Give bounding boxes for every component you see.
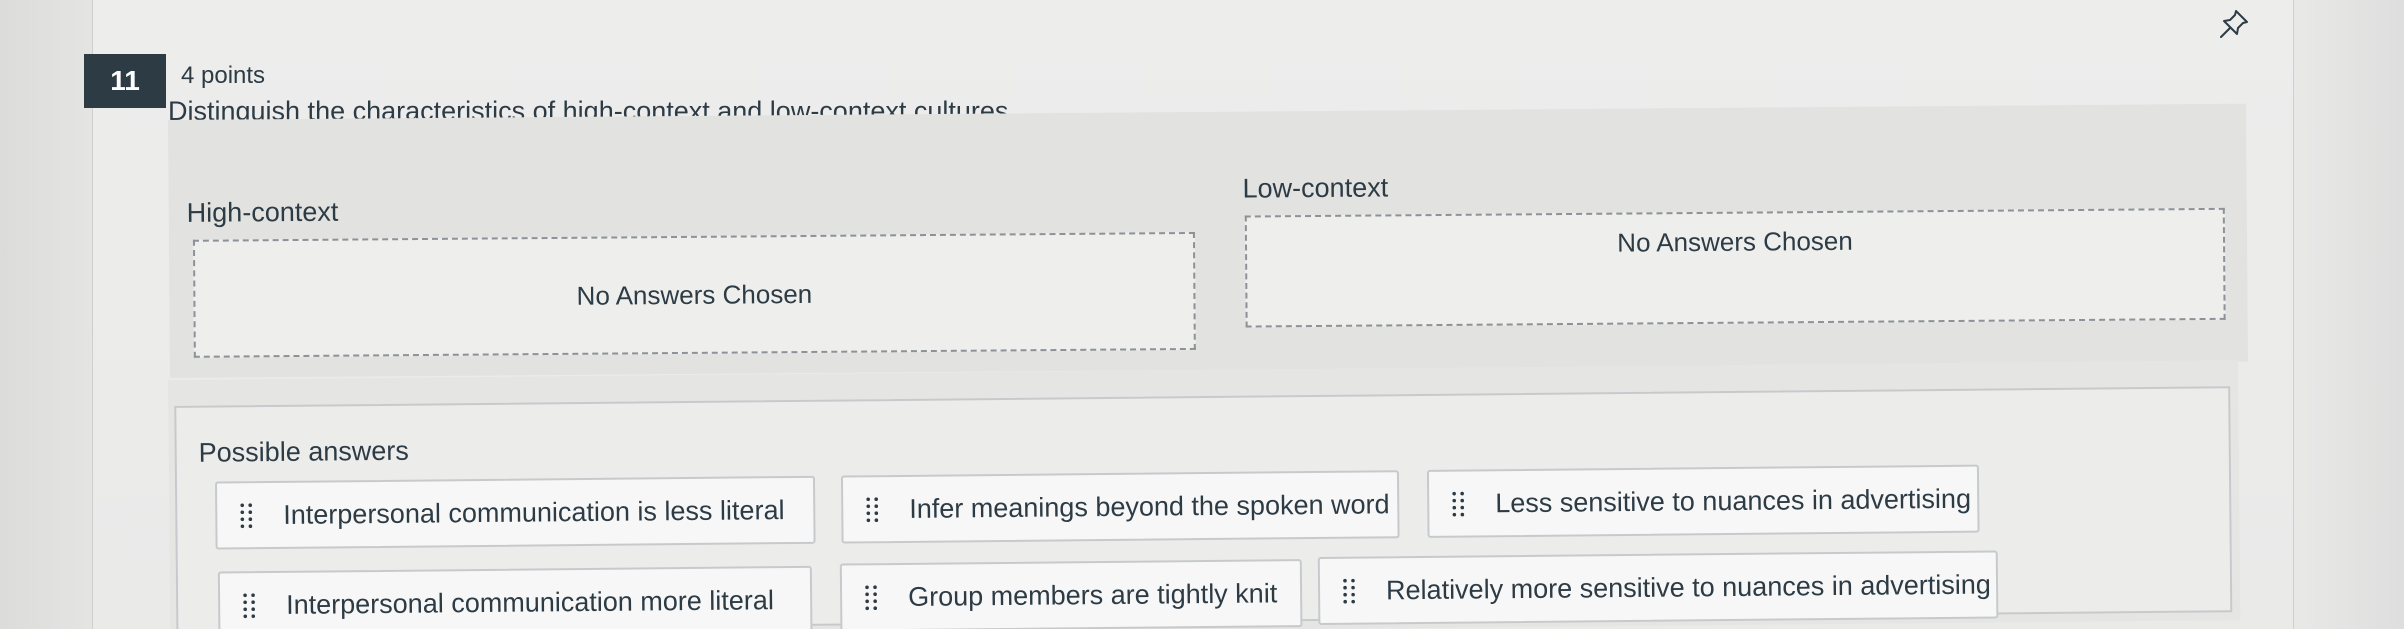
answer-chip[interactable]: Infer meanings beyond the spoken word: [840, 470, 1400, 544]
drag-handle-icon: [1452, 491, 1465, 517]
pin-icon[interactable]: [2216, 6, 2252, 42]
answer-chip-label: Group members are tightly knit: [907, 577, 1278, 612]
drag-handle-icon: [865, 585, 878, 611]
drop-zone-low-context[interactable]: No Answers Chosen: [1244, 207, 2226, 328]
answer-chip[interactable]: Interpersonal communication is less lite…: [214, 475, 816, 550]
drop-zone-high-context[interactable]: No Answers Chosen: [192, 231, 1196, 358]
quiz-page: 11 4 points Distinguish the characterist…: [0, 0, 2404, 629]
drop-zone-placeholder: No Answers Chosen: [1617, 225, 1853, 258]
drag-handle-icon: [866, 497, 879, 523]
drag-handle-icon: [1343, 578, 1355, 604]
possible-answers-box: Possible answers Interpersonal communica…: [174, 386, 2233, 629]
categories-panel: High-context No Answers Chosen Low-conte…: [168, 103, 2248, 378]
drag-handle-icon: [243, 593, 256, 619]
answer-chip-label: Interpersonal communication more literal: [286, 584, 774, 620]
group-label-high-context: High-context: [186, 196, 339, 228]
possible-answers-panel: Possible answers Interpersonal communica…: [168, 360, 2241, 629]
question-points: 4 points: [181, 62, 266, 89]
possible-answers-label: Possible answers: [198, 435, 409, 468]
answer-chip-label: Relatively more sensitive to nuances in …: [1385, 569, 1991, 605]
answer-chip[interactable]: Interpersonal communication more literal: [217, 565, 813, 629]
drag-handle-icon: [240, 503, 253, 529]
answer-chip-label: Interpersonal communication is less lite…: [283, 494, 785, 530]
answer-chip[interactable]: Relatively more sensitive to nuances in …: [1317, 550, 1999, 625]
group-label-low-context: Low-context: [1242, 172, 1389, 204]
question-number-badge: 11: [84, 54, 166, 108]
answer-chip-label: Infer meanings beyond the spoken word: [909, 488, 1390, 524]
answer-chip[interactable]: Group members are tightly knit: [839, 559, 1303, 629]
drop-zone-placeholder: No Answers Chosen: [576, 278, 813, 311]
answer-chip[interactable]: Less sensitive to nuances in advertising: [1426, 464, 1980, 538]
answer-chip-label: Less sensitive to nuances in advertising: [1495, 483, 1972, 518]
